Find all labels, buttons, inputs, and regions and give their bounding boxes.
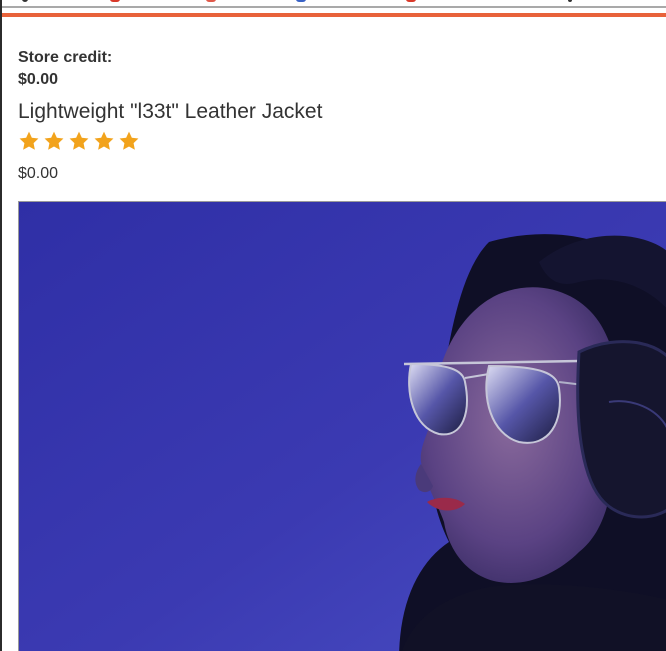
store-credit-value: $0.00 <box>18 71 59 88</box>
nav-icon[interactable] <box>110 0 120 2</box>
top-navigation-bar <box>2 0 666 10</box>
nav-divider <box>2 6 666 8</box>
accent-divider <box>2 13 666 17</box>
star-icon <box>44 131 64 150</box>
star-icon <box>69 131 89 150</box>
nav-icon[interactable] <box>206 0 216 2</box>
nav-icon[interactable] <box>406 0 416 2</box>
nav-icon[interactable] <box>296 0 306 2</box>
window-left-border <box>0 0 2 651</box>
product-title: Lightweight "l33t" Leather Jacket <box>18 100 323 123</box>
store-credit-label: Store credit: <box>18 49 113 66</box>
product-rating <box>18 130 143 154</box>
nav-icon[interactable] <box>568 0 572 2</box>
nav-icon[interactable] <box>22 0 28 2</box>
product-photo-headphones-sunglasses <box>19 202 666 651</box>
product-price: $0.00 <box>18 165 59 182</box>
product-image[interactable] <box>18 201 666 651</box>
star-icon <box>119 131 139 150</box>
page: Store credit: $0.00 Lightweight "l33t" L… <box>0 0 666 651</box>
star-icon <box>94 131 114 150</box>
star-icon <box>19 131 39 150</box>
